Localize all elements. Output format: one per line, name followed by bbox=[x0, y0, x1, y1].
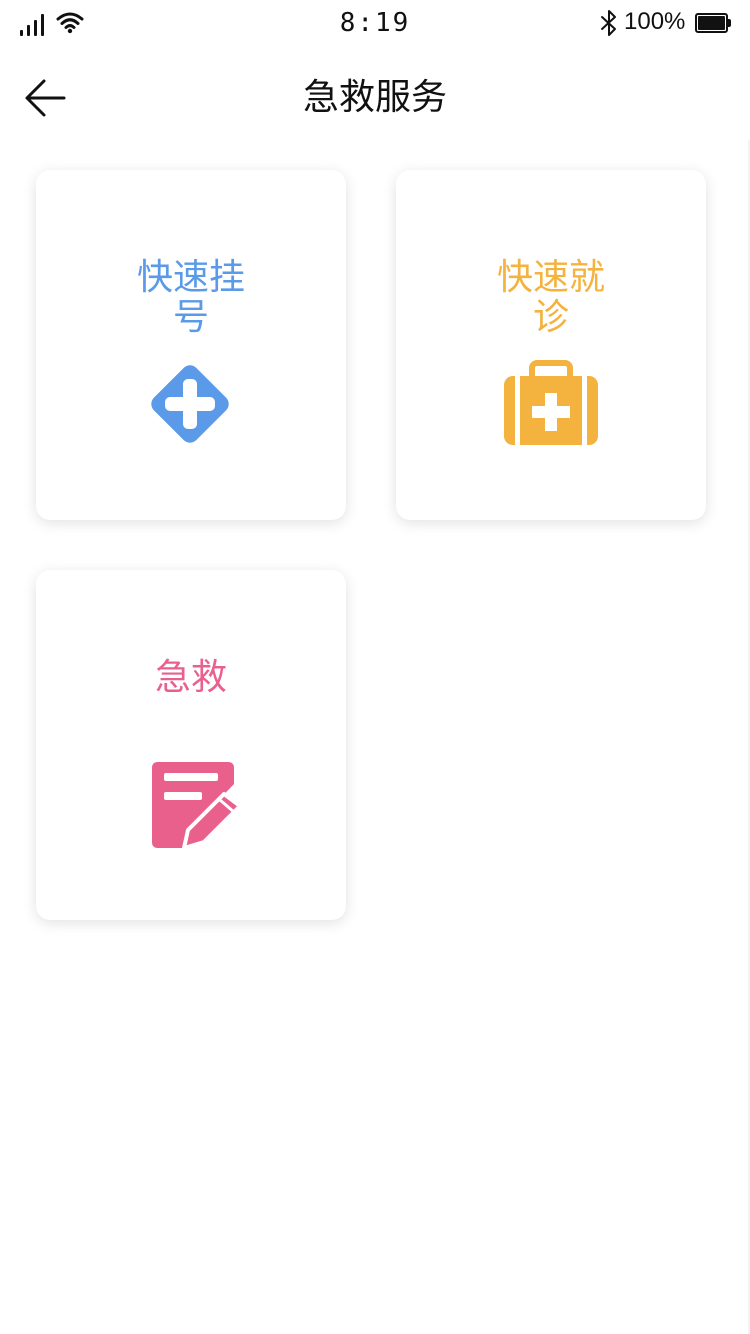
quick-registration-card[interactable]: 快速挂号 bbox=[36, 170, 346, 520]
nav-bar: 急救服务 bbox=[0, 46, 750, 146]
first-aid-kit-icon bbox=[504, 360, 598, 445]
plus-diamond-icon bbox=[151, 365, 229, 443]
status-bar: 8:19 100% bbox=[0, 0, 750, 46]
screen: 8:19 100% 急救服务 快速挂号 快速就诊 急救 bbox=[0, 0, 750, 1334]
card-label: 快速挂号 bbox=[136, 257, 245, 338]
quick-visit-card[interactable]: 快速就诊 bbox=[396, 170, 706, 520]
battery-icon bbox=[695, 13, 731, 33]
page-title: 急救服务 bbox=[302, 77, 447, 118]
edit-note-icon bbox=[152, 762, 242, 850]
card-label: 急救 bbox=[154, 657, 227, 698]
card-label: 快速就诊 bbox=[496, 257, 605, 338]
battery-percent: 100% bbox=[624, 8, 686, 35]
bluetooth-icon bbox=[601, 10, 616, 36]
emergency-card[interactable]: 急救 bbox=[36, 570, 346, 920]
